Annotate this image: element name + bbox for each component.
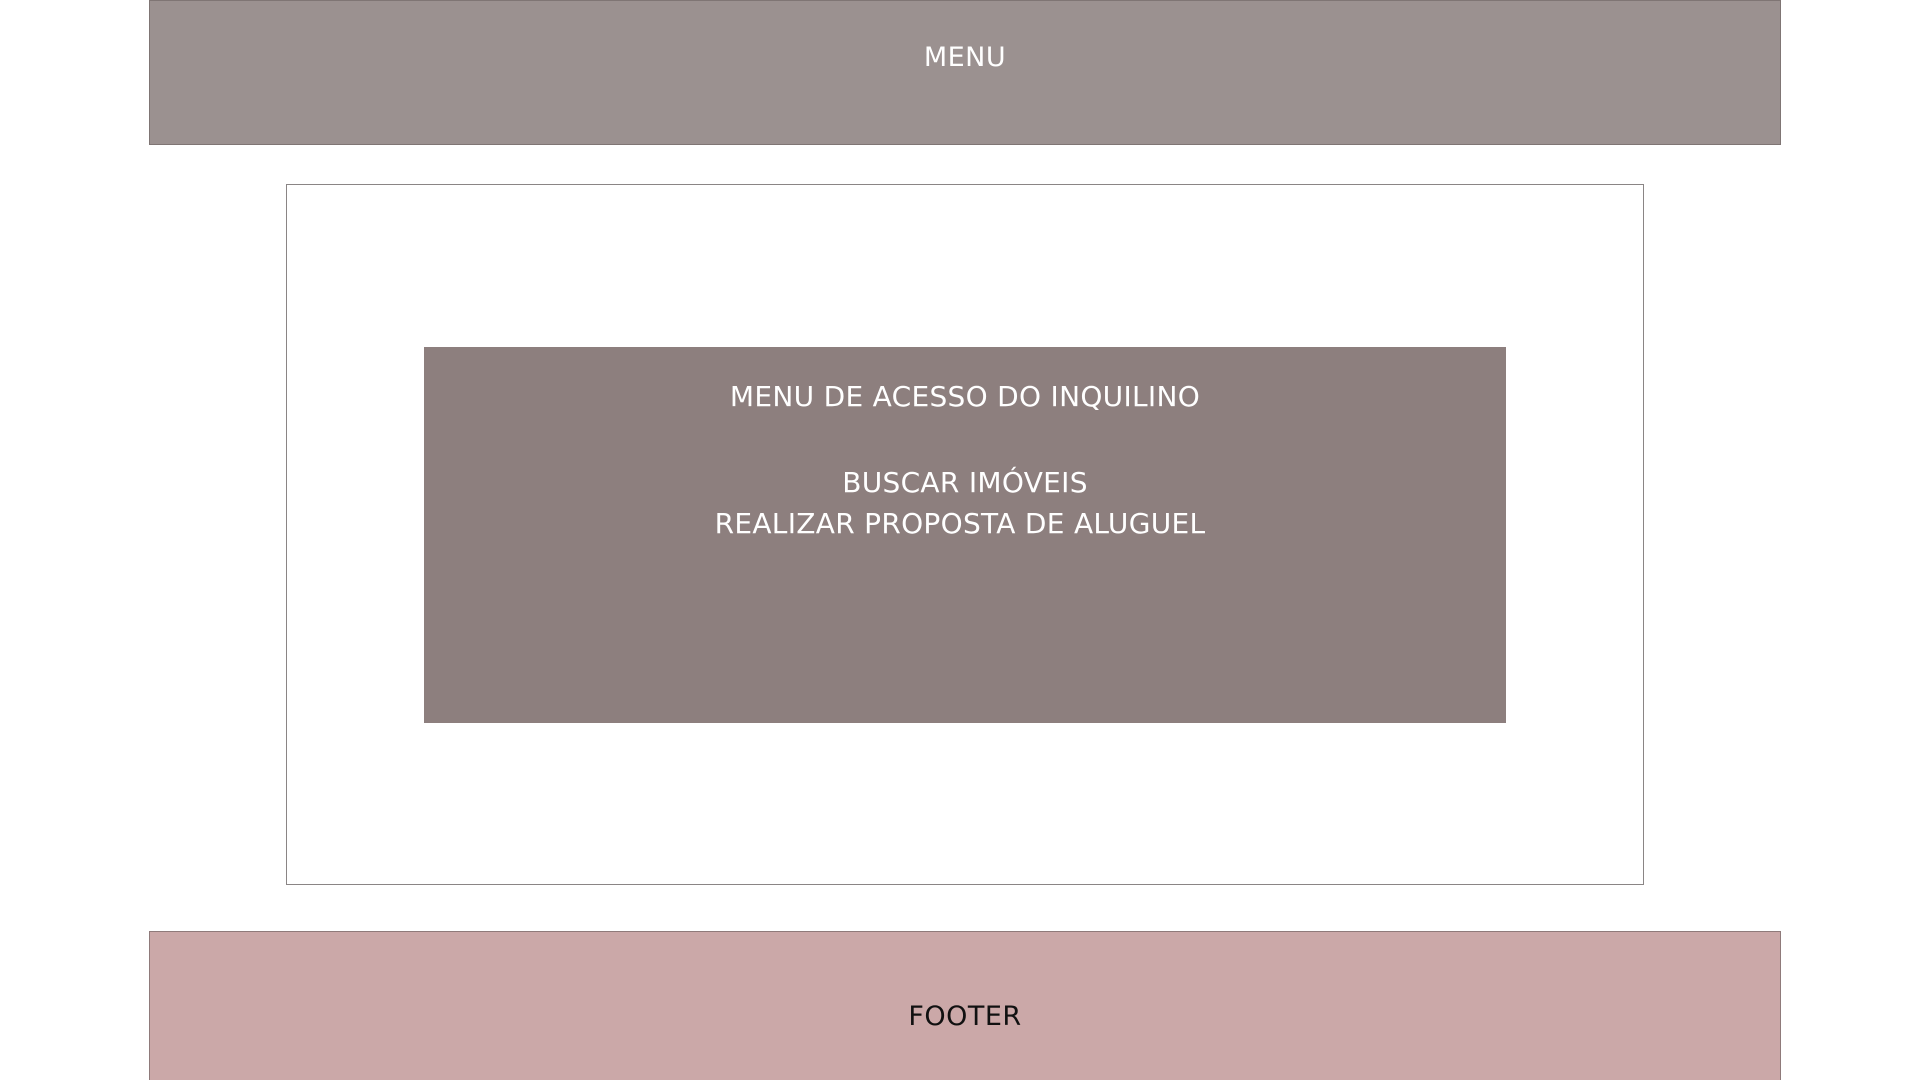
footer-bar: FOOTER [149, 931, 1781, 1080]
search-properties-link[interactable]: BUSCAR IMÓVEIS [424, 466, 1506, 499]
menu-label: MENU [923, 42, 1007, 73]
rental-proposal-link[interactable]: REALIZAR PROPOSTA DE ALUGUEL [414, 507, 1506, 540]
tenant-menu-title: MENU DE ACESSO DO INQUILINO [729, 380, 1201, 413]
footer-label: FOOTER [908, 1001, 1022, 1032]
page: MENU MENU DE ACESSO DO INQUILINO BUSCAR … [0, 0, 1920, 1080]
top-menu-bar[interactable]: MENU [149, 0, 1781, 145]
tenant-access-menu-panel: MENU DE ACESSO DO INQUILINO BUSCAR IMÓVE… [424, 347, 1506, 723]
